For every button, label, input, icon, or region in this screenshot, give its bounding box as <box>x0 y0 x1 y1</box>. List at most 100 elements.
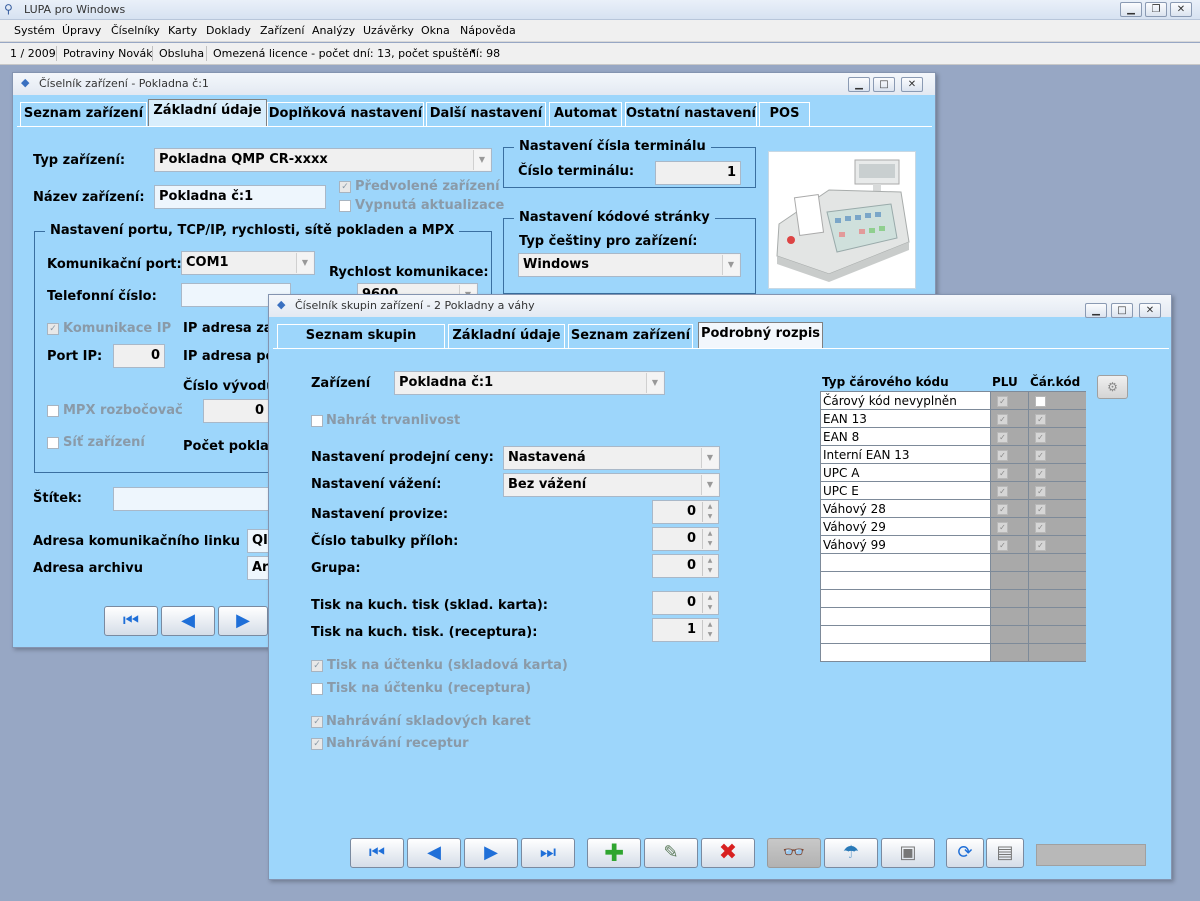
kom-port-select[interactable]: COM1 ▼ <box>181 251 315 275</box>
barcode-checkbox[interactable]: ✓ <box>1035 521 1046 533</box>
grupa-input[interactable]: 0 ▲ ▼ <box>652 554 719 578</box>
spin-icon[interactable]: ▲ ▼ <box>702 556 717 576</box>
first-record-button[interactable]: ⏮ <box>104 606 158 636</box>
barcode-checkbox[interactable]: ✓ <box>1035 467 1046 479</box>
refresh-button[interactable]: ⟳ <box>946 838 984 868</box>
menu-upravy[interactable]: Úpravy <box>62 24 101 37</box>
tab-seznam-zarizeni[interactable]: Seznam zařízení <box>20 102 147 126</box>
nahravani-receptur-checkbox[interactable]: ✓ <box>311 738 323 750</box>
stitek-input[interactable] <box>113 487 273 511</box>
close-icon[interactable]: ✕ <box>1139 303 1161 318</box>
table-row[interactable] <box>820 607 1086 626</box>
chevron-down-icon[interactable]: ▼ <box>722 255 739 275</box>
prev-record-button[interactable]: ◀ <box>407 838 461 868</box>
table-row[interactable]: UPC E ✓ ✓ <box>820 481 1086 500</box>
minimize-icon[interactable]: ▁ <box>1120 2 1142 17</box>
table-row[interactable]: Váhový 29 ✓ ✓ <box>820 517 1086 536</box>
nazev-zarizeni-input[interactable]: Pokladna č:1 <box>154 185 326 209</box>
first-record-button[interactable]: ⏮ <box>350 838 404 868</box>
menu-zarizeni[interactable]: Zařízení <box>260 24 304 37</box>
barcode-checkbox[interactable] <box>1035 395 1046 407</box>
barcode-checkbox[interactable]: ✓ <box>1035 485 1046 497</box>
menu-napoveda[interactable]: Nápověda <box>460 24 516 37</box>
sit-checkbox[interactable] <box>47 437 59 449</box>
uctenka-receptura-checkbox[interactable] <box>311 683 323 695</box>
table-row[interactable]: EAN 13 ✓ ✓ <box>820 409 1086 428</box>
maximize-icon[interactable]: □ <box>1111 303 1133 318</box>
delete-button[interactable]: ✖ <box>701 838 755 868</box>
table-row[interactable]: Interní EAN 13 ✓ ✓ <box>820 445 1086 464</box>
spin-icon[interactable]: ▲ ▼ <box>702 593 717 613</box>
port-ip-input[interactable]: 0 <box>113 344 165 368</box>
menu-okna[interactable]: Okna <box>421 24 450 37</box>
barcode-checkbox[interactable]: ✓ <box>1035 413 1046 425</box>
table-row[interactable]: UPC A ✓ ✓ <box>820 463 1086 482</box>
spin-icon[interactable]: ▲ ▼ <box>702 529 717 549</box>
chevron-down-icon[interactable]: ▼ <box>701 448 718 468</box>
terminal-input[interactable]: 1 <box>655 161 741 185</box>
last-record-button[interactable]: ⏭ <box>521 838 575 868</box>
barcode-checkbox[interactable]: ✓ <box>1035 539 1046 551</box>
close-icon[interactable]: ✕ <box>901 77 923 92</box>
spin-icon[interactable]: ▲ ▼ <box>702 502 717 522</box>
tab-zakladni-udaje[interactable]: Základní údaje <box>148 99 267 126</box>
typ-zarizeni-select[interactable]: Pokladna QMP CR-xxxx ▼ <box>154 148 492 172</box>
menu-analyzy[interactable]: Analýzy <box>312 24 355 37</box>
chevron-down-icon[interactable]: ▼ <box>296 253 313 273</box>
tab-dalsi-nastaveni[interactable]: Další nastavení <box>426 102 546 126</box>
maximize-icon[interactable]: □ <box>873 77 895 92</box>
dropdown-icon[interactable]: ▾ <box>471 47 476 57</box>
plu-checkbox[interactable]: ✓ <box>997 413 1008 425</box>
tab-seznam-zarizeni[interactable]: Seznam zařízení <box>568 324 693 348</box>
kuch-karta-input[interactable]: 0 ▲ ▼ <box>652 591 719 615</box>
table-row[interactable] <box>820 553 1086 572</box>
prodejni-select[interactable]: Nastavená ▼ <box>503 446 720 470</box>
table-row[interactable] <box>820 571 1086 590</box>
tab-doplnkova-nastaveni[interactable]: Doplňková nastavení <box>267 102 424 126</box>
table-row[interactable] <box>820 643 1086 662</box>
barcode-checkbox[interactable]: ✓ <box>1035 431 1046 443</box>
spin-icon[interactable]: ▲ ▼ <box>702 620 717 640</box>
plu-checkbox[interactable]: ✓ <box>997 539 1008 551</box>
tab-automat[interactable]: Automat <box>549 102 622 126</box>
restore-icon[interactable]: ❐ <box>1145 2 1167 17</box>
cestina-select[interactable]: Windows ▼ <box>518 253 741 277</box>
edit-button[interactable]: ✎ <box>644 838 698 868</box>
box-button[interactable]: ▣ <box>881 838 935 868</box>
predvolene-checkbox[interactable]: ✓ <box>339 181 351 193</box>
minimize-icon[interactable]: ▁ <box>1085 303 1107 318</box>
table-row[interactable]: Váhový 28 ✓ ✓ <box>820 499 1086 518</box>
chevron-down-icon[interactable]: ▼ <box>473 150 490 170</box>
search-button[interactable]: 👓 <box>767 838 821 868</box>
kuch-receptura-input[interactable]: 1 ▲ ▼ <box>652 618 719 642</box>
menu-karty[interactable]: Karty <box>168 24 197 37</box>
table-row[interactable]: Váhový 99 ✓ ✓ <box>820 535 1086 554</box>
menu-uzaverky[interactable]: Uzávěrky <box>363 24 414 37</box>
mpx-input[interactable]: 0 <box>203 399 269 423</box>
vazeni-select[interactable]: Bez vážení ▼ <box>503 473 720 497</box>
tabulky-input[interactable]: 0 ▲ ▼ <box>652 527 719 551</box>
tab-ostatni-nastaveni[interactable]: Ostatní nastavení <box>625 102 757 126</box>
plu-checkbox[interactable]: ✓ <box>997 467 1008 479</box>
close-icon[interactable]: ✕ <box>1170 2 1192 17</box>
menu-doklady[interactable]: Doklady <box>206 24 251 37</box>
tab-zakladni-udaje[interactable]: Základní údaje <box>448 324 565 348</box>
tab-pos[interactable]: POS <box>759 102 810 126</box>
provize-input[interactable]: 0 ▲ ▼ <box>652 500 719 524</box>
minimize-icon[interactable]: ▁ <box>848 77 870 92</box>
print-button[interactable]: ▤ <box>986 838 1024 868</box>
plu-checkbox[interactable]: ✓ <box>997 395 1008 407</box>
table-row[interactable]: Čárový kód nevyplněn ✓ <box>820 391 1086 410</box>
barcode-checkbox[interactable]: ✓ <box>1035 449 1046 461</box>
next-record-button[interactable]: ▶ <box>218 606 268 636</box>
export-button[interactable]: ☂ <box>824 838 878 868</box>
plu-checkbox[interactable]: ✓ <box>997 485 1008 497</box>
mpx-checkbox[interactable] <box>47 405 59 417</box>
settings-button[interactable]: ⚙ <box>1097 375 1128 399</box>
plu-checkbox[interactable]: ✓ <box>997 503 1008 515</box>
add-button[interactable]: ✚ <box>587 838 641 868</box>
menu-ciselniky[interactable]: Číselníky <box>111 24 160 37</box>
plu-checkbox[interactable]: ✓ <box>997 449 1008 461</box>
prev-record-button[interactable]: ◀ <box>161 606 215 636</box>
next-record-button[interactable]: ▶ <box>464 838 518 868</box>
